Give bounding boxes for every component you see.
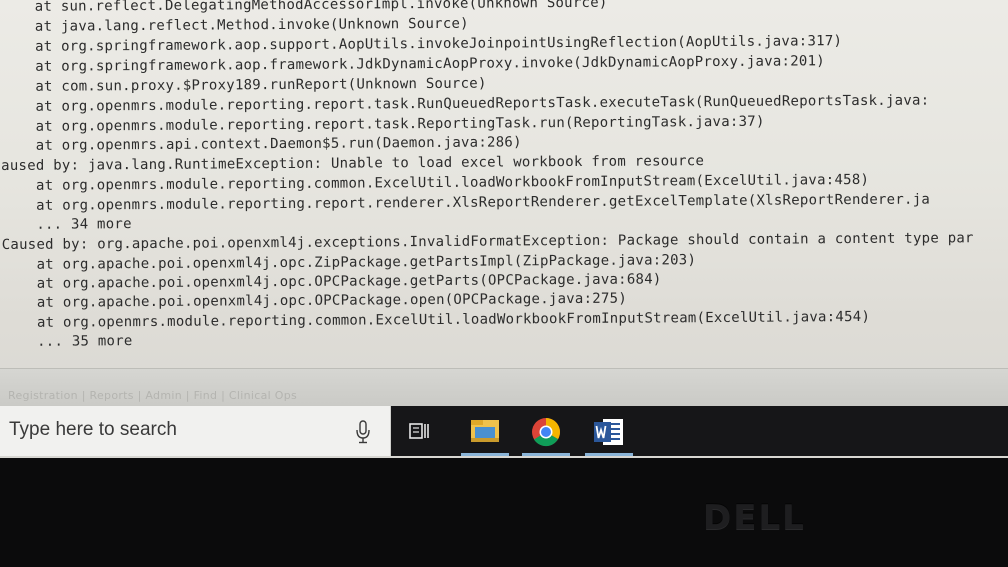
task-view-icon[interactable] xyxy=(409,420,431,442)
status-band-text: Registration | Reports | Admin | Find | … xyxy=(8,389,298,402)
taskbar-search-box[interactable]: Type here to search xyxy=(0,406,391,456)
taskbar: Type here to search xyxy=(0,406,1008,456)
log-line: at sun.reflect.DelegatingMethodAccessorI… xyxy=(0,0,608,15)
dell-logo: DELL xyxy=(703,498,806,538)
log-line: at java.lang.reflect.Method.invoke(Unkno… xyxy=(0,15,469,35)
log-line: ... 35 more xyxy=(2,333,133,350)
chrome-icon[interactable] xyxy=(518,412,574,456)
word-icon[interactable] xyxy=(581,412,637,456)
log-line: at com.sun.proxy.$Proxy189.runReport(Unk… xyxy=(0,75,487,95)
status-band: Registration | Reports | Admin | Find | … xyxy=(0,368,1008,411)
screen: at sun.reflect.DelegatingMethodAccessorI… xyxy=(0,0,1008,458)
active-indicator xyxy=(522,453,570,456)
file-explorer-icon[interactable] xyxy=(457,412,513,456)
microphone-icon[interactable] xyxy=(354,419,372,445)
log-line: at org.openmrs.api.context.Daemon$5.run(… xyxy=(0,134,522,154)
log-line: ... 34 more xyxy=(1,216,132,233)
search-placeholder: Type here to search xyxy=(9,419,177,440)
active-indicator xyxy=(461,453,509,456)
log-line-caused-by: Caused by: org.apache.poi.openxml4j.exce… xyxy=(1,230,974,253)
active-indicator xyxy=(585,453,633,456)
